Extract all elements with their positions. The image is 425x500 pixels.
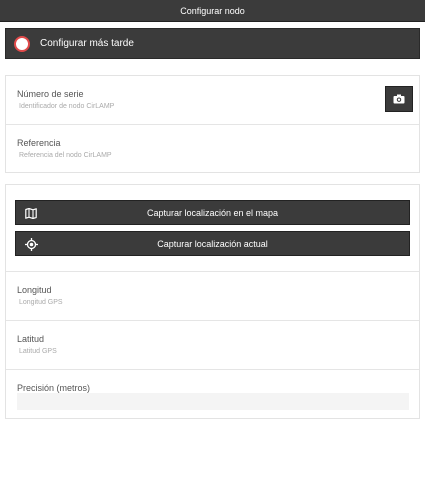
configure-later-label: Configurar más tarde: [40, 38, 134, 49]
precision-field[interactable]: Precisión (metros): [6, 369, 419, 419]
title-bar: Configurar nodo: [0, 0, 425, 22]
configure-later-radio[interactable]: [14, 35, 30, 52]
precision-input[interactable]: [17, 393, 409, 410]
camera-icon: [393, 94, 405, 104]
location-card: Capturar localización en el mapa Captura…: [5, 184, 420, 419]
longitude-label: Longitud: [17, 285, 52, 295]
page-title: Configurar nodo: [180, 5, 245, 16]
latitude-field[interactable]: Latitud Latitud GPS: [6, 320, 419, 369]
map-icon: [24, 206, 38, 220]
capture-map-location-label: Capturar localización en el mapa: [146, 207, 279, 218]
scan-camera-button[interactable]: [385, 86, 413, 112]
capture-current-location-label: Capturar localización actual: [157, 238, 268, 249]
latitude-label: Latitud: [17, 334, 45, 344]
precision-label: Precisión (metros): [17, 383, 91, 393]
node-info-card: Número de serie Identificador de nodo Ci…: [5, 75, 420, 173]
configure-later-toggle[interactable]: Configurar más tarde: [5, 28, 420, 59]
capture-map-location-button[interactable]: Capturar localización en el mapa: [15, 200, 410, 225]
crosshair-icon: [24, 237, 38, 251]
serial-field[interactable]: Número de serie Identificador de nodo Ci…: [6, 76, 419, 124]
reference-label: Referencia: [17, 138, 61, 148]
serial-label: Número de serie: [17, 89, 84, 99]
latitude-input[interactable]: Latitud GPS: [19, 348, 57, 355]
reference-field[interactable]: Referencia Referencia del nodo CirLAMP: [6, 124, 419, 173]
reference-input[interactable]: Referencia del nodo CirLAMP: [19, 152, 112, 159]
longitude-input[interactable]: Longitud GPS: [19, 299, 63, 306]
longitude-field[interactable]: Longitud Longitud GPS: [6, 271, 419, 320]
capture-current-location-button[interactable]: Capturar localización actual: [15, 231, 410, 256]
serial-input[interactable]: Identificador de nodo CirLAMP: [19, 103, 114, 110]
